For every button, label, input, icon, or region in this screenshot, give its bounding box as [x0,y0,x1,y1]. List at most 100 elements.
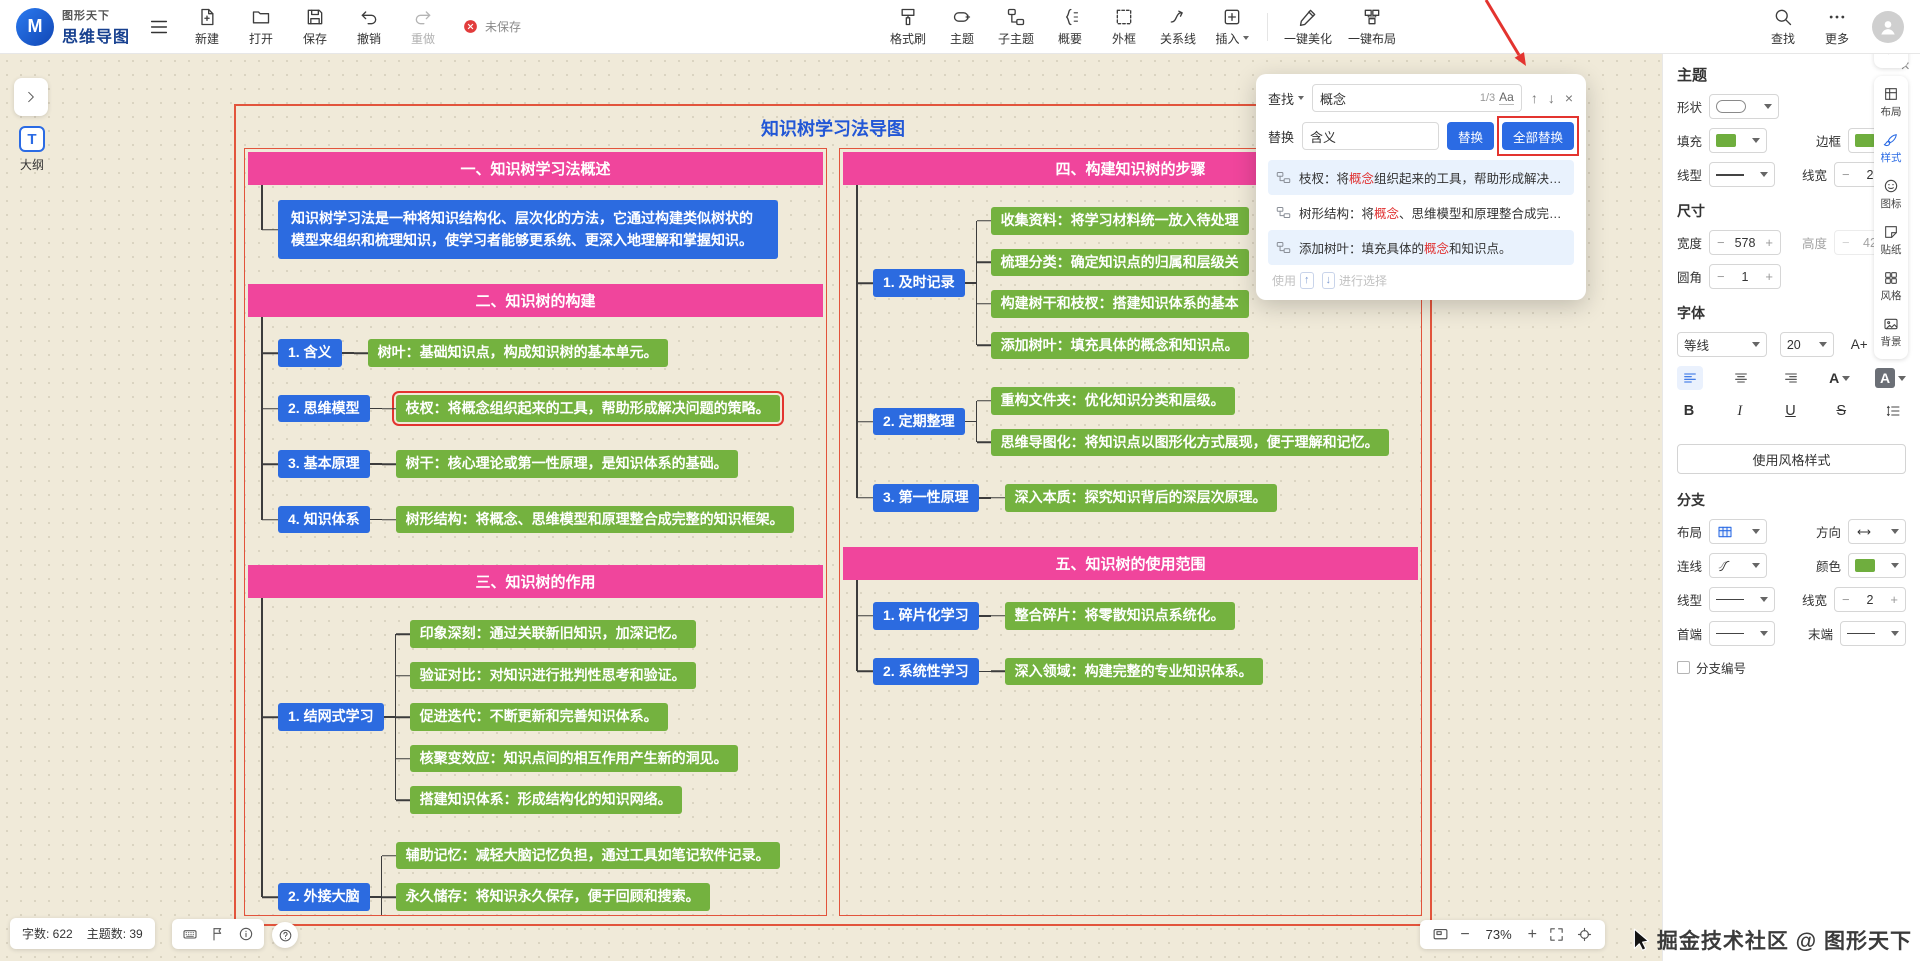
find-next-button[interactable]: ↓ [1547,90,1556,106]
undo-button[interactable]: 撤销 [350,7,388,47]
autolayout-button[interactable]: 一键布局 [1348,7,1396,47]
topic-node[interactable]: 1. 含义 [278,339,342,367]
italic-button[interactable]: I [1728,401,1752,422]
expand-left-panel-button[interactable] [14,78,48,116]
topic-node[interactable]: 知识树学习法是一种将知识结构化、层次化的方法，它通过构建类似树状的模型来组织和梳… [278,200,778,259]
font-increase-button[interactable]: A+ [1847,335,1872,354]
rail-item-theme[interactable]: 风格 [1881,270,1902,303]
topic-node[interactable]: 2. 外接大脑 [278,883,370,911]
line-spacing-button[interactable] [1880,399,1906,423]
zoom-out-button[interactable]: − [1460,927,1469,943]
width-stepper[interactable]: −578+ [1709,230,1781,255]
locate-center-icon[interactable] [1576,926,1593,943]
find-input[interactable] [1320,91,1476,106]
zoom-in-button[interactable]: + [1528,927,1537,943]
topic-node[interactable]: 深入本质：探究知识背后的深层次原理。 [1005,484,1277,512]
topic-node[interactable]: 搭建知识体系：形成结构化的知识网络。 [410,786,682,814]
branch-line-select[interactable] [1709,553,1767,578]
mindmap-outer-frame[interactable]: 知识树学习法导图 一、知识树学习法概述 知识树学习法是一种将知识结构化、层次化的… [234,104,1432,926]
topic-node[interactable]: 1. 结网式学习 [278,703,384,731]
format-painter-button[interactable]: 格式刷 [889,7,927,47]
redo-button[interactable]: 重做 [404,7,442,47]
highlight-color-button[interactable]: A [1875,368,1906,388]
topic-node[interactable]: 3. 基本原理 [278,450,370,478]
more-button[interactable]: 更多 [1818,7,1856,47]
replace-input[interactable] [1310,129,1431,144]
topic-node[interactable]: 印象深刻：通过关联新旧知识，加深记忆。 [410,620,696,648]
outer-frame-button[interactable]: 外框 [1105,7,1143,47]
selected-topic-node[interactable]: 枝杈：将概念组织起来的工具，帮助形成解决问题的策略。 [396,395,780,423]
align-center-button[interactable] [1728,366,1754,390]
topic-node[interactable]: 1. 及时记录 [873,269,965,297]
branch-color-select[interactable] [1848,553,1906,578]
rail-item-style[interactable]: 样式 [1881,132,1902,165]
topic-node[interactable]: 树干：核心理论或第一性原理，是知识体系的基础。 [396,450,738,478]
map-column-left[interactable]: 一、知识树学习法概述 知识树学习法是一种将知识结构化、层次化的方法，它通过构建类… [244,148,827,916]
rail-item-sticker[interactable]: 贴纸 [1881,224,1902,257]
branch-layout-select[interactable] [1709,519,1767,544]
shape-select[interactable] [1709,94,1779,119]
topic-node[interactable]: 3. 第一性原理 [873,484,979,512]
flag-icon[interactable] [210,926,226,942]
topic-node[interactable]: 梳理分类：确定知识点的归属和层级关 [991,249,1249,277]
close-find-dialog-button[interactable]: × [1564,90,1574,106]
outline-button[interactable]: T 大纲 [12,126,52,173]
strikethrough-button[interactable]: S [1829,401,1853,421]
topic-node[interactable]: 2. 思维模型 [278,395,370,423]
use-style-button[interactable]: 使用风格样式 [1677,444,1906,474]
search-result-item[interactable]: 树形结构：将概念、思维模型和原理整合成完整的... [1268,195,1574,230]
relation-line-button[interactable]: 关系线 [1159,7,1197,47]
topic-node[interactable]: 添加树叶：填充具体的概念和知识点。 [991,332,1249,360]
topic-node[interactable]: 树形结构：将概念、思维模型和原理整合成完整的知识框架。 [396,506,794,534]
fit-screen-icon[interactable] [1548,926,1565,943]
user-avatar[interactable] [1872,11,1904,43]
topic-node[interactable]: 思维导图化：将知识点以图形化方式展现，便于理解和记忆。 [991,429,1389,457]
branch-number-checkbox-row[interactable]: 分支编号 [1677,658,1906,677]
topic-node[interactable]: 永久储存：将知识永久保存，便于回顾和搜索。 [396,883,710,911]
main-menu-icon[interactable] [148,16,170,38]
align-left-button[interactable] [1677,366,1703,390]
rail-item-icons[interactable]: 图标 [1881,178,1902,211]
radius-stepper[interactable]: −1+ [1709,264,1781,289]
open-button[interactable]: 打开 [242,7,280,47]
fill-color-select[interactable] [1709,128,1767,153]
search-button[interactable]: 查找 [1764,7,1802,47]
find-mode-toggle[interactable]: 查找 [1268,89,1304,108]
subtopic-button[interactable]: 子主题 [997,7,1035,47]
topic-node[interactable]: 验证对比：对知识进行批判性思考和验证。 [410,662,696,690]
line-start-select[interactable] [1709,621,1775,646]
insert-button[interactable]: 插入 [1213,7,1251,47]
topic-node[interactable]: 树叶：基础知识点，构成知识树的基本单元。 [368,339,668,367]
find-prev-button[interactable]: ↑ [1530,90,1539,106]
branch-line-type-select[interactable] [1709,587,1775,612]
help-button[interactable] [272,922,298,948]
replace-all-button[interactable]: 全部替换 [1502,122,1574,150]
zoom-level[interactable]: 73% [1481,927,1517,942]
info-icon[interactable] [238,926,254,942]
line-end-select[interactable] [1840,621,1906,646]
replace-button[interactable]: 替换 [1447,122,1494,150]
line-type-select[interactable] [1709,162,1775,187]
section-header[interactable]: 五、知识树的使用范围 [843,547,1418,580]
topic-node[interactable]: 2. 系统性学习 [873,658,979,686]
bold-button[interactable]: B [1677,401,1701,421]
new-button[interactable]: 新建 [188,7,226,47]
font-color-button[interactable]: A [1829,370,1850,386]
branch-direction-select[interactable] [1848,519,1906,544]
font-size-select[interactable]: 20 [1780,332,1834,357]
topic-node[interactable]: 深入领域：构建完整的专业知识体系。 [1005,658,1263,686]
shortcut-keyboard-icon[interactable] [182,926,198,942]
font-family-select[interactable]: 等线 [1677,332,1767,357]
checkbox-icon[interactable] [1677,661,1690,674]
navigator-icon[interactable] [1432,926,1449,943]
match-case-toggle[interactable]: Aa [1499,91,1514,105]
section-header[interactable]: 二、知识树的构建 [248,284,823,317]
topic-node[interactable]: 整合碎片：将零散知识点系统化。 [1005,602,1235,630]
underline-button[interactable]: U [1779,401,1803,421]
topic-node[interactable]: 4. 知识体系 [278,506,370,534]
topic-node[interactable]: 辅助记忆：减轻大脑记忆负担，通过工具如笔记软件记录。 [396,842,780,870]
section-header[interactable]: 一、知识树学习法概述 [248,152,823,185]
topic-node[interactable]: 重构文件夹：优化知识分类和层级。 [991,387,1235,415]
align-right-button[interactable] [1778,366,1804,390]
summary-button[interactable]: 概要 [1051,7,1089,47]
